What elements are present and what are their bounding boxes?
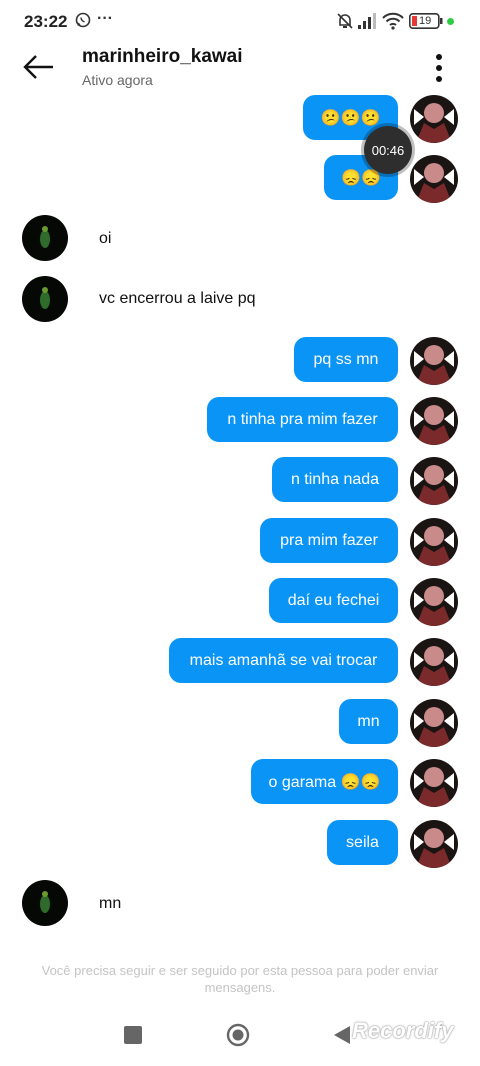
sent-message-bubble[interactable]: daí eu fechei <box>269 578 398 623</box>
mute-bell-icon <box>336 12 354 35</box>
contact-avatar[interactable] <box>22 880 68 926</box>
signal-icon <box>358 13 378 34</box>
my-avatar <box>410 457 458 505</box>
contact-status: Ativo agora <box>82 72 153 88</box>
sent-message-bubble[interactable]: o garama 😞😞 <box>251 759 398 804</box>
whatsapp-icon <box>75 12 91 33</box>
my-avatar <box>410 337 458 385</box>
sent-message-bubble[interactable]: seila <box>327 820 398 865</box>
recent-apps-icon[interactable] <box>124 1026 142 1044</box>
sent-message-bubble[interactable]: mais amanhã se vai trocar <box>169 638 398 683</box>
my-avatar <box>410 518 458 566</box>
my-avatar <box>410 397 458 445</box>
my-avatar <box>410 820 458 868</box>
my-avatar <box>410 638 458 686</box>
messaging-restriction-notice: Você precisa seguir e ser seguido por es… <box>41 963 439 995</box>
my-avatar <box>410 578 458 626</box>
sent-message-bubble[interactable]: mn <box>339 699 398 744</box>
sent-message-bubble[interactable]: pq ss mn <box>294 337 398 382</box>
chat-header: marinheiro_kawai Ativo agora <box>0 44 480 92</box>
back-arrow-icon[interactable] <box>20 48 58 86</box>
my-avatar <box>410 95 458 143</box>
my-avatar <box>410 699 458 747</box>
sent-message-bubble[interactable]: pra mim fazer <box>260 518 398 563</box>
sent-message-bubble[interactable]: n tinha nada <box>272 457 398 502</box>
contact-avatar[interactable] <box>22 276 68 322</box>
received-message[interactable]: mn <box>99 895 121 913</box>
online-dot-icon <box>447 18 454 25</box>
status-bar: 23:22 ··· 19 <box>0 0 480 44</box>
my-avatar <box>410 155 458 203</box>
contact-avatar[interactable] <box>22 215 68 261</box>
clock: 23:22 <box>24 12 68 31</box>
contact-username[interactable]: marinheiro_kawai <box>82 46 243 68</box>
recording-timer[interactable]: 00:46 <box>364 126 412 174</box>
back-triangle-icon[interactable] <box>332 1024 352 1051</box>
battery-level: 19 <box>419 15 432 27</box>
received-message[interactable]: vc encerrou a laive pq <box>99 290 256 308</box>
sent-message-bubble[interactable]: n tinha pra mim fazer <box>207 397 398 442</box>
my-avatar <box>410 759 458 807</box>
home-button-icon[interactable] <box>226 1023 250 1052</box>
more-notifications-icon: ··· <box>97 10 113 27</box>
more-options-icon[interactable] <box>424 50 454 86</box>
received-message[interactable]: oi <box>99 230 111 248</box>
wifi-icon <box>382 12 404 35</box>
recordify-watermark: Recordify <box>352 1018 454 1043</box>
